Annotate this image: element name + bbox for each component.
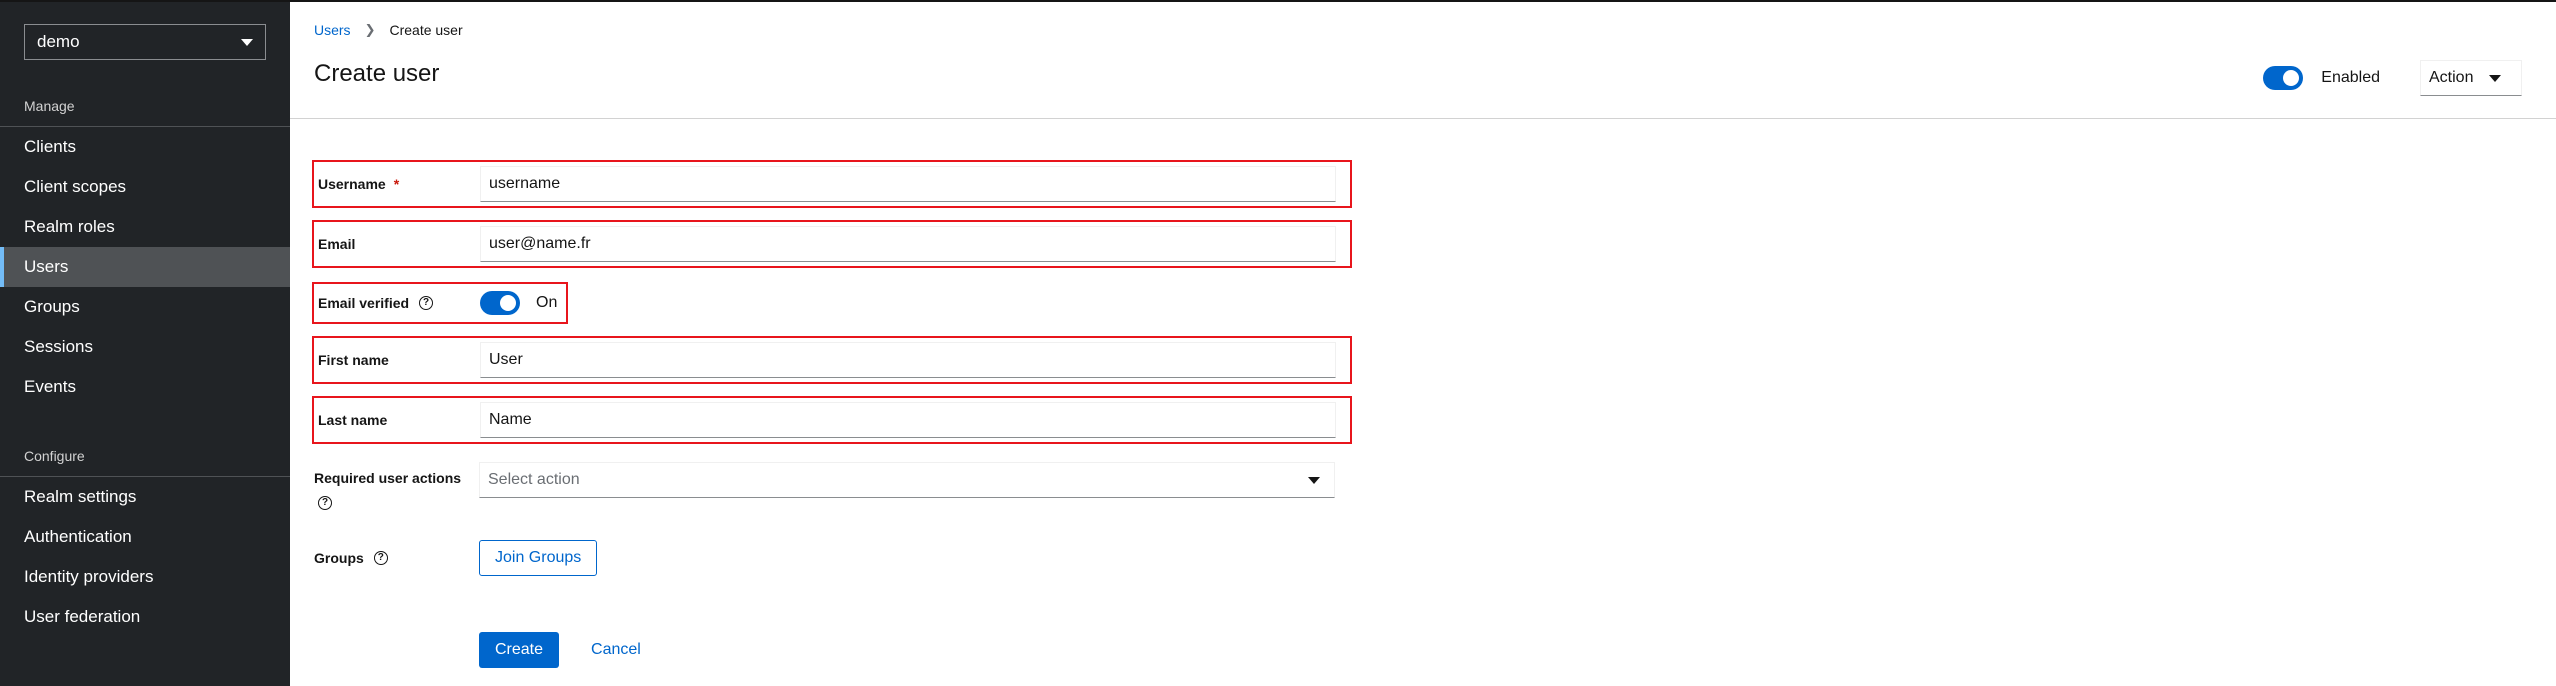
cancel-button[interactable]: Cancel — [591, 641, 641, 659]
nav-heading-manage: Manage — [24, 98, 75, 114]
username-row: Username * username — [312, 160, 1352, 208]
first-name-row: First name User — [312, 336, 1352, 384]
groups-label: Groups ? — [314, 550, 479, 566]
sidebar: demo Manage Clients Client scopes Realm … — [0, 2, 290, 686]
join-groups-button[interactable]: Join Groups — [479, 540, 598, 576]
required-mark: * — [393, 176, 400, 192]
header-actions: Enabled Action — [2263, 60, 2522, 96]
help-icon[interactable]: ? — [318, 496, 332, 510]
sidebar-item-users[interactable]: Users — [0, 247, 290, 287]
create-button[interactable]: Create — [479, 632, 560, 668]
email-verified-label-text: Email verified — [318, 295, 410, 311]
breadcrumb-users-link[interactable]: Users — [314, 22, 351, 38]
email-label: Email — [318, 236, 356, 252]
nav-section-manage: Manage Clients Client scopes Realm roles… — [0, 86, 290, 407]
realm-name: demo — [37, 32, 80, 51]
first-name-label: First name — [318, 352, 389, 368]
angle-right-icon: ❯ — [364, 22, 376, 37]
help-icon[interactable]: ? — [419, 296, 434, 310]
caret-down-icon — [2489, 74, 2501, 82]
page-title: Create user — [314, 60, 440, 87]
enabled-toggle[interactable] — [2263, 66, 2304, 90]
sidebar-item-identity-providers[interactable]: Identity providers — [0, 557, 290, 597]
sidebar-item-clients[interactable]: Clients — [0, 127, 290, 167]
help-icon[interactable]: ? — [373, 551, 388, 565]
required-actions-select[interactable]: Select action — [479, 462, 1335, 498]
last-name-label: Last name — [318, 412, 388, 428]
form-actions: Create Cancel — [479, 632, 641, 668]
required-actions-row: Required user actions ? Select action — [314, 462, 1354, 522]
last-name-input[interactable]: Name — [480, 402, 1336, 438]
sidebar-item-groups[interactable]: Groups — [0, 287, 290, 327]
sidebar-item-user-federation[interactable]: User federation — [0, 597, 290, 637]
sidebar-item-events[interactable]: Events — [0, 367, 290, 407]
username-label: Username * — [314, 176, 480, 192]
email-row: Email user@name.fr — [312, 220, 1352, 268]
sidebar-item-realm-roles[interactable]: Realm roles — [0, 207, 290, 247]
email-input[interactable]: user@name.fr — [480, 226, 1336, 262]
action-label: Action — [2429, 69, 2474, 86]
username-input[interactable]: username — [480, 166, 1336, 202]
action-dropdown[interactable]: Action — [2420, 60, 2522, 96]
nav-section-configure: Configure Realm settings Authentication … — [0, 436, 290, 637]
email-verified-toggle[interactable] — [480, 291, 520, 315]
username-label-text: Username — [318, 176, 386, 192]
header-divider — [290, 118, 2556, 119]
groups-label-text: Groups — [314, 550, 364, 566]
realm-selector[interactable]: demo — [24, 24, 266, 60]
email-verified-row: Email verified ? On — [312, 282, 568, 324]
main-content: Users ❯ Create user Create user Enabled … — [290, 2, 2556, 686]
breadcrumb-current: Create user — [389, 22, 463, 38]
caret-down-icon — [241, 38, 253, 46]
required-actions-label: Required user actions ? — [314, 462, 479, 510]
sidebar-item-authentication[interactable]: Authentication — [0, 517, 290, 557]
first-name-input[interactable]: User — [480, 342, 1336, 378]
sidebar-item-sessions[interactable]: Sessions — [0, 327, 290, 367]
groups-row: Groups ? Join Groups — [314, 540, 598, 576]
email-verified-label: Email verified ? — [314, 295, 480, 311]
sidebar-item-realm-settings[interactable]: Realm settings — [0, 477, 290, 517]
enabled-label: Enabled — [2321, 69, 2380, 86]
required-actions-label-text: Required user actions — [314, 470, 462, 486]
required-actions-placeholder: Select action — [488, 471, 580, 488]
email-verified-state: On — [536, 294, 558, 311]
nav-heading-configure: Configure — [24, 448, 85, 464]
caret-down-icon — [1308, 476, 1320, 484]
last-name-row: Last name Name — [312, 396, 1352, 444]
sidebar-item-client-scopes[interactable]: Client scopes — [0, 167, 290, 207]
breadcrumb: Users ❯ Create user — [314, 22, 463, 38]
